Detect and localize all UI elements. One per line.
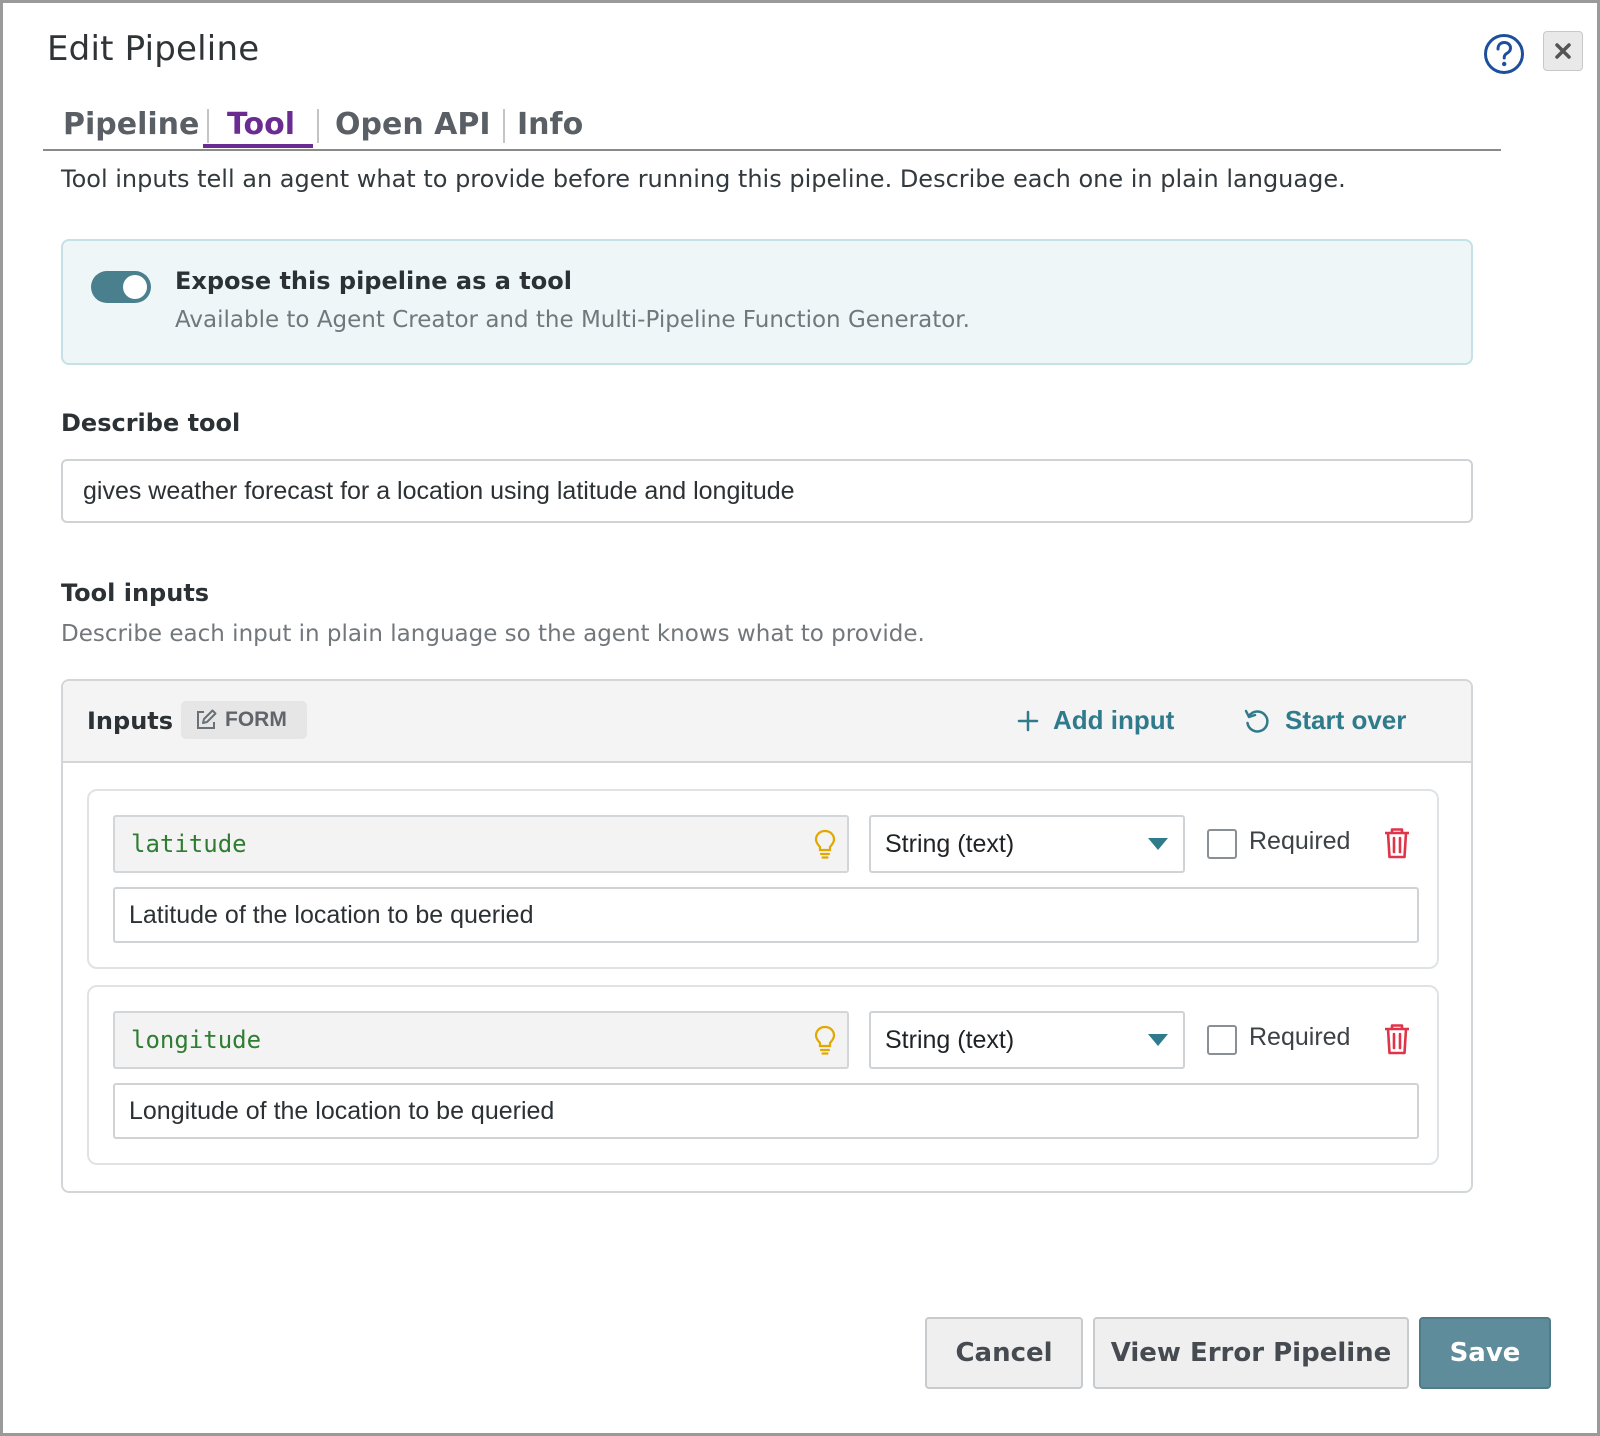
input-name-field[interactable]: longitude (113, 1011, 849, 1069)
describe-tool-label: Describe tool (61, 409, 241, 437)
form-badge-label: FORM (225, 708, 287, 731)
edit-pipeline-dialog: Edit Pipeline Pipeline Tool Open API Inf… (0, 0, 1600, 1436)
input-name-field[interactable]: latitude (113, 815, 849, 873)
tool-inputs-label: Tool inputs (61, 579, 210, 607)
close-button[interactable] (1543, 31, 1583, 71)
input-type-select[interactable]: String (text) (869, 815, 1185, 873)
input-type-select[interactable]: String (text) (869, 1011, 1185, 1069)
start-over-label: Start over (1285, 705, 1407, 735)
intro-text: Tool inputs tell an agent what to provid… (61, 165, 1346, 193)
required-label: Required (1249, 1023, 1351, 1051)
input-description-field[interactable]: Latitude of the location to be queried (113, 887, 1419, 943)
dialog-title: Edit Pipeline (47, 29, 260, 69)
lightbulb-icon[interactable] (813, 1025, 837, 1055)
expose-subtitle: Available to Agent Creator and the Multi… (175, 307, 970, 333)
expose-toggle[interactable] (91, 271, 151, 303)
tab-tool[interactable]: Tool (227, 107, 295, 142)
input-name-value: latitude (131, 830, 247, 858)
delete-icon[interactable] (1383, 827, 1411, 859)
view-error-pipeline-button[interactable]: View Error Pipeline (1093, 1317, 1409, 1389)
expose-title: Expose this pipeline as a tool (175, 267, 572, 295)
input-card: latitude String (text) Required Latitude… (87, 789, 1439, 969)
tab-separator (207, 109, 209, 143)
start-over-button[interactable]: Start over (1243, 705, 1406, 736)
form-mode-badge[interactable]: FORM (181, 701, 307, 739)
input-card: longitude String (text) Required Longitu… (87, 985, 1439, 1165)
help-icon[interactable] (1483, 33, 1525, 75)
tool-inputs-hint: Describe each input in plain language so… (61, 621, 925, 647)
lightbulb-icon[interactable] (813, 829, 837, 859)
inputs-panel-header: Inputs FORM Add input Start over (63, 681, 1471, 763)
inputs-panel: Inputs FORM Add input Start over latitud… (61, 679, 1473, 1193)
plus-icon (1017, 710, 1039, 731)
expose-tool-panel: Expose this pipeline as a tool Available… (61, 239, 1473, 365)
close-icon (1555, 43, 1571, 59)
required-checkbox[interactable] (1207, 1025, 1237, 1055)
reset-icon (1244, 709, 1269, 733)
input-type-value: String (text) (885, 830, 1015, 858)
delete-icon[interactable] (1383, 1023, 1411, 1055)
input-type-value: String (text) (885, 1026, 1015, 1054)
tab-pipeline[interactable]: Pipeline (63, 107, 199, 142)
tab-open-api[interactable]: Open API (335, 107, 491, 142)
tab-separator (317, 109, 319, 143)
required-label: Required (1249, 827, 1351, 855)
chevron-down-icon (1148, 1034, 1168, 1046)
cancel-button[interactable]: Cancel (925, 1317, 1083, 1389)
edit-icon (197, 709, 217, 729)
input-description-field[interactable]: Longitude of the location to be queried (113, 1083, 1419, 1139)
active-tab-indicator (203, 144, 313, 148)
tab-info[interactable]: Info (517, 107, 583, 142)
inputs-panel-title: Inputs (87, 707, 174, 735)
required-checkbox[interactable] (1207, 829, 1237, 859)
add-input-label: Add input (1053, 705, 1175, 735)
tab-bar: Pipeline Tool Open API Info (43, 99, 1501, 151)
input-name-value: longitude (131, 1026, 262, 1054)
add-input-button[interactable]: Add input (1017, 705, 1174, 736)
describe-tool-input[interactable]: gives weather forecast for a location us… (61, 459, 1473, 523)
tab-separator (503, 109, 505, 143)
save-button[interactable]: Save (1419, 1317, 1551, 1389)
toggle-knob (123, 275, 147, 299)
chevron-down-icon (1148, 838, 1168, 850)
